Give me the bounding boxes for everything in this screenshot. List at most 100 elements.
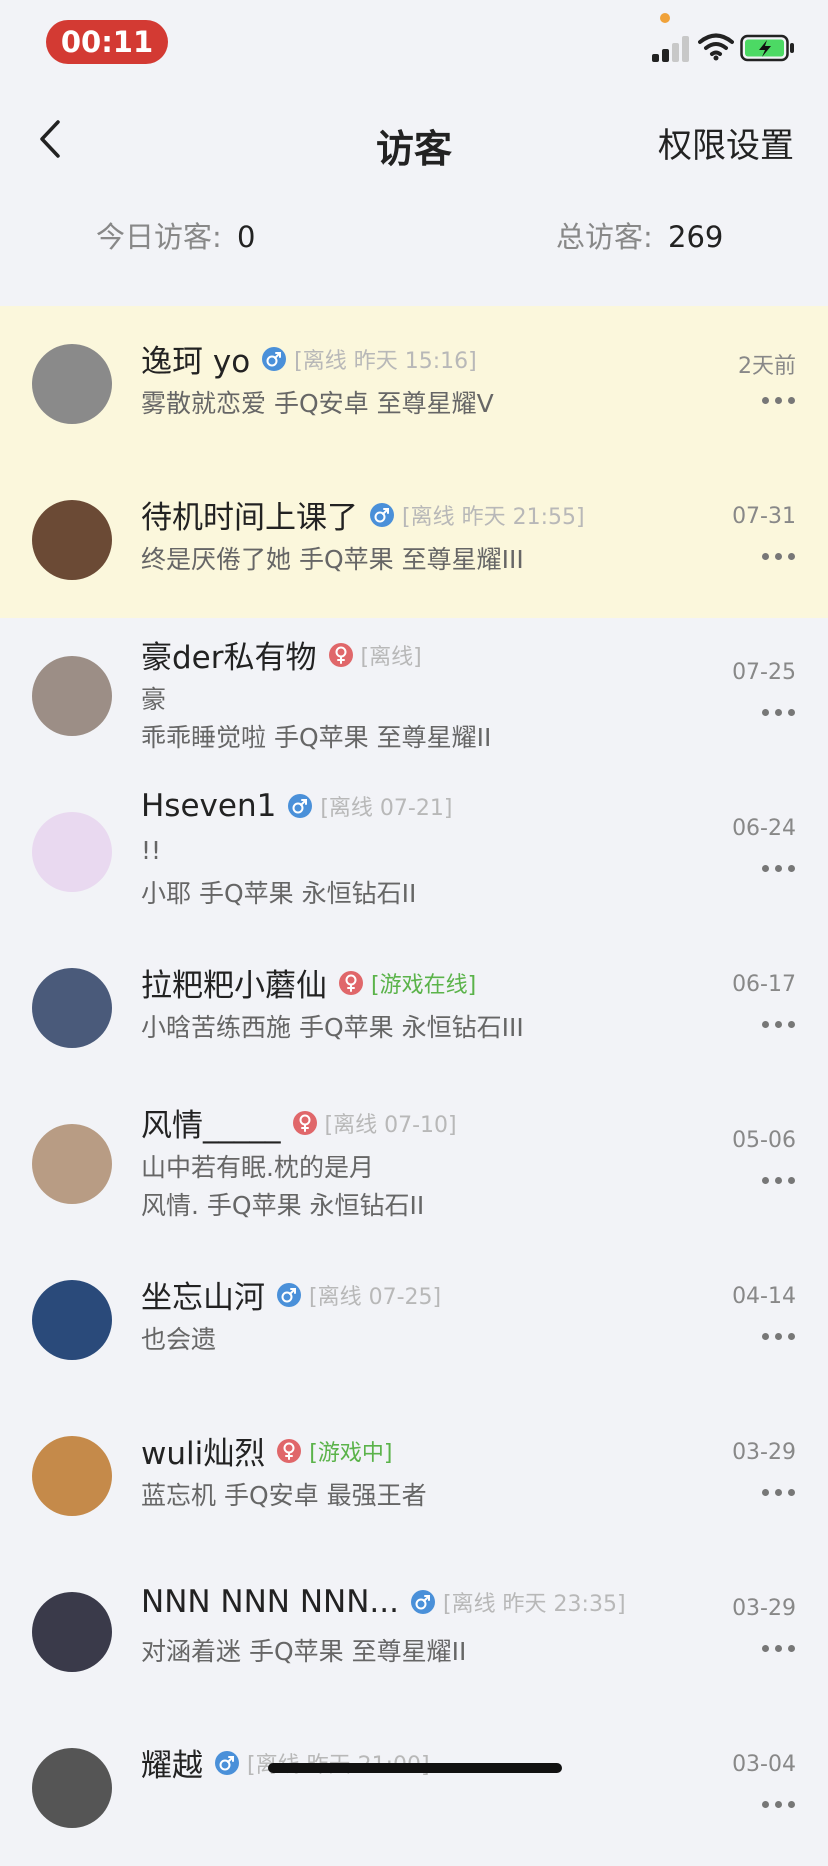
avatar[interactable]	[32, 1592, 112, 1672]
wifi-icon	[698, 33, 734, 61]
male-gender-icon	[277, 1282, 301, 1307]
visit-date: 03-04	[732, 1752, 796, 1777]
avatar[interactable]	[32, 656, 112, 736]
visitor-row[interactable]: 逸珂 yo [离线 昨天 15:16] 雾散就恋爱 手Q安卓 至尊星耀V 2天前	[0, 306, 828, 462]
visitor-subtitle: 也会遗	[141, 1325, 217, 1354]
visitor-name[interactable]: 豪der私有物	[141, 632, 317, 677]
visitor-game-info: 乖乖睡觉啦 手Q苹果 至尊星耀II	[141, 723, 492, 752]
home-indicator	[268, 1763, 562, 1773]
visitor-subtitle: 小晗苦练西施 手Q苹果 永恒钻石III	[141, 1013, 524, 1042]
visitor-name[interactable]: wuli灿烈	[141, 1428, 265, 1473]
avatar[interactable]	[32, 1748, 112, 1828]
avatar[interactable]	[32, 344, 112, 424]
visitor-row[interactable]: NNN NNN NNN... [离线 昨天 23:35] 对涵着迷 手Q苹果 至尊星…	[0, 1554, 828, 1710]
avatar[interactable]	[32, 500, 112, 580]
avatar[interactable]	[32, 1436, 112, 1516]
more-options-icon[interactable]	[762, 1643, 796, 1653]
avatar[interactable]	[32, 812, 112, 892]
more-options-icon[interactable]	[762, 551, 796, 561]
visit-date: 03-29	[732, 1440, 796, 1465]
more-options-icon[interactable]	[762, 863, 796, 873]
visit-date: 06-17	[732, 972, 796, 997]
female-gender-icon	[277, 1438, 302, 1463]
visit-date: 05-06	[732, 1128, 796, 1153]
online-status: [离线 07-21]	[320, 796, 453, 821]
today-visitors: 今日访客: 0	[96, 214, 255, 256]
visitor-row[interactable]: Hseven1 [离线 07-21]!! 小耶 手Q苹果 永恒钻石II 06-24	[0, 774, 828, 930]
visitor-name[interactable]: 坐忘山河	[141, 1272, 265, 1317]
male-gender-icon	[288, 794, 313, 818]
visitor-subtitle: !!	[141, 836, 162, 865]
visitor-subtitle: 蓝忘机 手Q安卓 最强王者	[141, 1481, 427, 1510]
status-time: 00:11	[46, 20, 168, 64]
permission-settings-button[interactable]: 权限设置	[658, 118, 794, 167]
visitor-row[interactable]: 耀越[离线 昨天 21:00]03-04	[0, 1710, 828, 1866]
visit-date: 07-25	[732, 660, 796, 685]
visitor-name[interactable]: 待机时间上课了	[141, 492, 358, 537]
visit-date: 06-24	[732, 816, 796, 841]
visitor-name-line: 坐忘山河 [离线 07-25]	[141, 1272, 441, 1317]
visit-date: 07-31	[732, 504, 796, 529]
visitor-game-info: 小耶 手Q苹果 永恒钻石II	[141, 879, 417, 908]
battery-icon	[740, 34, 794, 62]
more-options-icon[interactable]	[762, 1331, 796, 1341]
avatar[interactable]	[32, 968, 112, 1048]
avatar[interactable]	[32, 1124, 112, 1204]
visitor-game-info: 风情. 手Q苹果 永恒钻石II	[141, 1191, 425, 1220]
visitor-name[interactable]: 耀越	[141, 1740, 203, 1785]
online-status: [离线 昨天 23:35]	[442, 1592, 626, 1617]
online-status: [离线 07-10]	[324, 1112, 457, 1138]
online-status: [离线 昨天 15:16]	[294, 348, 477, 374]
more-options-icon[interactable]	[762, 1799, 796, 1809]
more-options-icon[interactable]	[762, 1487, 796, 1497]
privacy-indicator-dot	[660, 13, 670, 23]
visitor-name-line: 逸珂 yo [离线 昨天 15:16]	[141, 336, 477, 381]
cellular-signal-icon	[652, 34, 692, 62]
total-visitors-value: 269	[668, 220, 724, 254]
visitor-subtitle: 山中若有眠.枕的是月	[141, 1153, 374, 1182]
total-visitors: 总访客: 269	[556, 214, 723, 256]
visitor-subtitle: 对涵着迷 手Q苹果 至尊星耀II	[141, 1637, 467, 1666]
visitor-name[interactable]: Hseven1	[141, 788, 276, 824]
visitor-stats: 今日访客: 0 总访客: 269	[0, 210, 828, 270]
online-status: [离线]	[360, 644, 422, 670]
visitor-name-line: 待机时间上课了 [离线 昨天 21:55]	[141, 492, 585, 537]
today-visitors-value: 0	[237, 220, 256, 254]
male-gender-icon	[215, 1750, 239, 1775]
online-status: [离线 昨天 21:55]	[402, 504, 585, 530]
visitor-name-line: 风情_____ [离线 07-10]	[141, 1100, 457, 1145]
visitor-row[interactable]: 拉粑粑小蘑仙 [游戏在线] 小晗苦练西施 手Q苹果 永恒钻石III 06-17	[0, 930, 828, 1086]
avatar[interactable]	[32, 1280, 112, 1360]
today-visitors-label: 今日访客:	[96, 220, 222, 254]
visitor-name[interactable]: 拉粑粑小蘑仙	[141, 960, 327, 1005]
status-bar: 00:11	[0, 0, 828, 90]
online-status: [离线 07-25]	[309, 1284, 442, 1310]
female-gender-icon	[292, 1110, 317, 1135]
visitor-row[interactable]: 豪der私有物 [离线] 豪乖乖睡觉啦 手Q苹果 至尊星耀II 07-25	[0, 618, 828, 774]
visitor-name-line: NNN NNN NNN... [离线 昨天 23:35]	[141, 1584, 626, 1620]
visitor-subtitle: 终是厌倦了她 手Q苹果 至尊星耀III	[141, 545, 524, 574]
female-gender-icon	[328, 642, 353, 667]
visitor-name-line: Hseven1 [离线 07-21]	[141, 788, 452, 824]
male-gender-icon	[370, 502, 394, 527]
visit-date: 2天前	[738, 354, 796, 379]
visit-date: 03-29	[732, 1596, 796, 1621]
visitor-name[interactable]: NNN NNN NNN...	[141, 1584, 399, 1620]
visitor-name[interactable]: 风情_____	[141, 1100, 281, 1145]
more-options-icon[interactable]	[762, 1019, 796, 1029]
online-status: [游戏在线]	[371, 972, 477, 998]
visitor-name-line: 豪der私有物 [离线]	[141, 632, 422, 677]
visitor-row[interactable]: 待机时间上课了 [离线 昨天 21:55] 终是厌倦了她 手Q苹果 至尊星耀III 0…	[0, 462, 828, 618]
online-status: [游戏中]	[309, 1440, 393, 1466]
visit-date: 04-14	[732, 1284, 796, 1309]
more-options-icon[interactable]	[762, 395, 796, 405]
male-gender-icon	[410, 1590, 435, 1614]
visitor-subtitle: 雾散就恋爱 手Q安卓 至尊星耀V	[141, 389, 494, 418]
more-options-icon[interactable]	[762, 1175, 796, 1185]
more-options-icon[interactable]	[762, 707, 796, 717]
visitor-row[interactable]: wuli灿烈 [游戏中] 蓝忘机 手Q安卓 最强王者 03-29	[0, 1398, 828, 1554]
visitor-row[interactable]: 坐忘山河 [离线 07-25] 也会遗 04-14	[0, 1242, 828, 1398]
visitor-name[interactable]: 逸珂 yo	[141, 336, 250, 381]
visitor-row[interactable]: 风情_____ [离线 07-10] 山中若有眠.枕的是月 风情. 手Q苹果 永恒钻…	[0, 1086, 828, 1242]
nav-bar: 访客 权限设置	[0, 100, 828, 180]
